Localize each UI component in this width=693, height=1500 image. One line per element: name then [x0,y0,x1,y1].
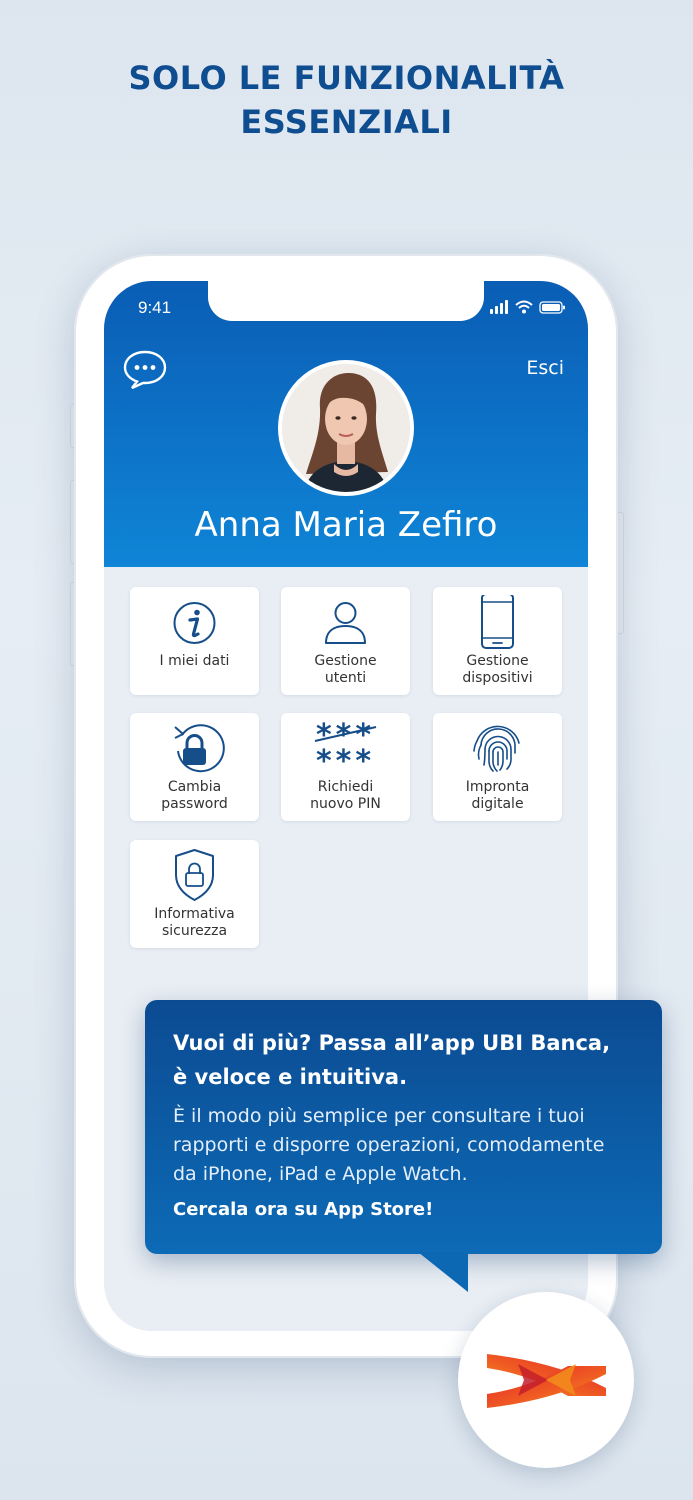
menu-item-gestione-dispositivi[interactable]: Gestione dispositivi [433,587,562,695]
shield-lock-icon [130,848,259,904]
menu-item-i-miei-dati[interactable]: I miei dati [130,587,259,695]
promo-title: Vuoi di più? Passa all’app UBI Banca, è … [173,1031,611,1089]
info-icon [130,595,259,651]
profile-header: 9:41 Esci Anna Maria Zefiro [104,281,588,567]
user-icon [281,595,410,651]
menu-item-gestione-utenti[interactable]: Gestione utenti [281,587,410,695]
menu-item-label: Cambia password [161,779,228,812]
promo-body: È il modo più semplice per consultare i … [173,1105,605,1185]
menu-item-cambia-password[interactable]: Cambia password [130,713,259,821]
menu-item-label: Richiedi nuovo PIN [310,779,381,812]
menu-item-label: I miei dati [159,653,230,669]
promo-cta-link[interactable]: Cercala ora su App Store! [173,1197,632,1223]
menu-item-label: Informativa sicurezza [154,906,235,939]
status-time: 9:41 [138,298,172,317]
phone-notch [208,281,484,321]
speech-bubble-tail [418,1252,468,1292]
chat-icon[interactable] [122,349,168,395]
pin-asterisks-icon: *** *** [281,718,410,779]
signal-wifi-battery-icon [490,300,565,314]
ubi-banca-logo-icon [487,1354,606,1408]
headline-line-1: SOLO LE FUNZIONALITÀ [128,59,565,97]
app-logo-badge [458,1292,634,1468]
user-name: Anna Maria Zefiro [194,505,498,545]
fingerprint-icon [433,721,562,777]
promo-banner: Vuoi di più? Passa all’app UBI Banca, è … [145,1000,662,1254]
user-photo [282,364,410,492]
status-icons [490,299,566,319]
smartphone-icon [433,593,562,651]
menu-item-richiedi-nuovo-pin[interactable]: *** *** Richiedi nuovo PIN [281,713,410,821]
page-headline: SOLO LE FUNZIONALITÀ ESSENZIALI [0,56,693,144]
menu-item-label: Gestione dispositivi [462,653,533,686]
menu-item-label: Gestione utenti [314,653,377,686]
menu-item-label: Impronta digitale [465,779,530,812]
headline-line-2: ESSENZIALI [240,103,453,141]
svg-text:***: *** [316,744,375,777]
menu-item-impronta-digitale[interactable]: Impronta digitale [433,713,562,821]
logout-button[interactable]: Esci [526,357,564,379]
avatar [278,360,414,496]
menu-item-informativa-sicurezza[interactable]: Informativa sicurezza [130,840,259,948]
lock-refresh-icon [130,721,259,777]
